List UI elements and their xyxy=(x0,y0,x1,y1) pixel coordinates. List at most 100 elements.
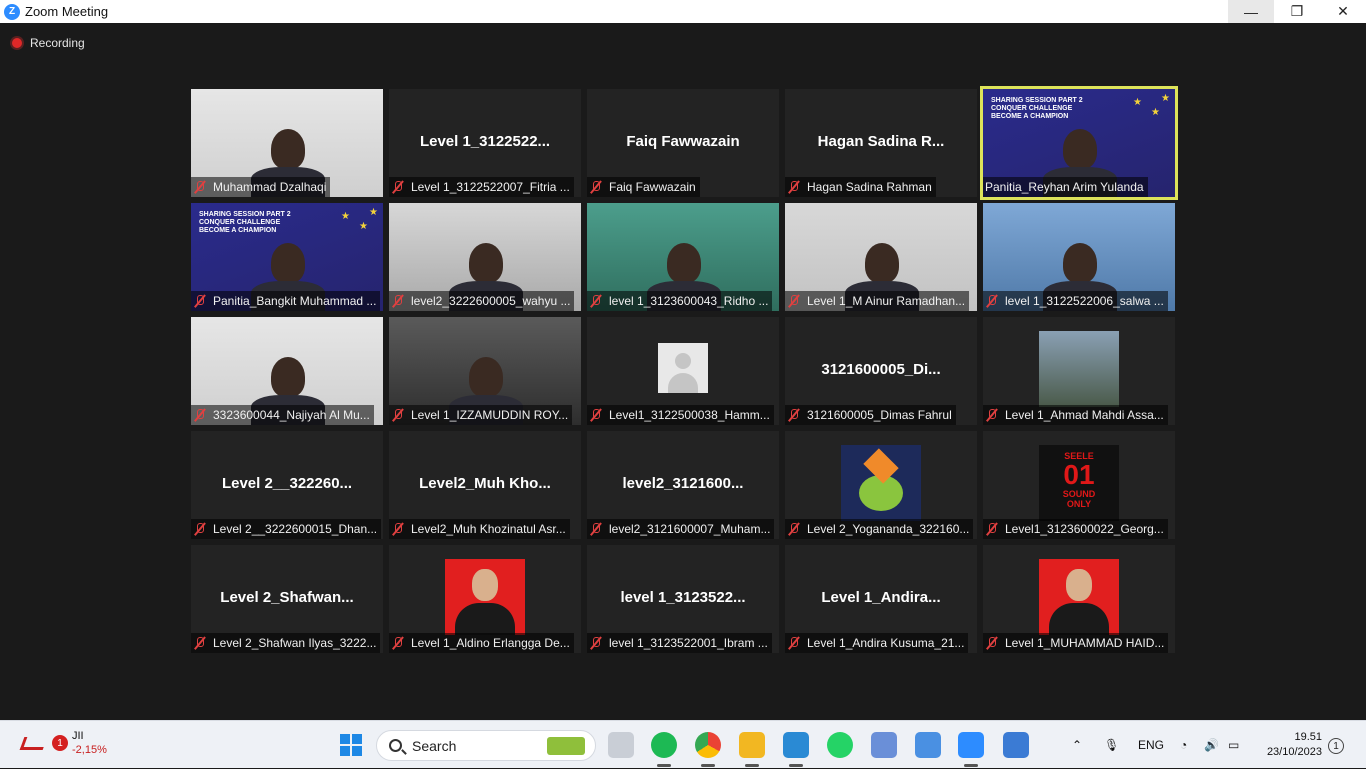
muted-mic-icon xyxy=(391,408,405,422)
vscode-icon[interactable] xyxy=(783,732,809,767)
participant-name: Panitia_Bangkit Muhammad ... xyxy=(213,294,377,308)
notification-count[interactable]: 1 xyxy=(1328,738,1344,754)
wifi-icon[interactable]: ◔ xyxy=(1180,721,1187,769)
participant-name: Level 1_MUHAMMAD HAID... xyxy=(1005,636,1165,650)
muted-mic-icon xyxy=(985,408,999,422)
participant-name-bar: Level 1_3122522007_Fitria ... xyxy=(389,177,574,197)
participant-tile[interactable]: level 1_3123522... level 1_3123522001_Ibr… xyxy=(587,545,779,653)
microphone-icon[interactable]: 🎙 xyxy=(1104,721,1119,769)
participant-tile[interactable]: 3323600044_Najiyah Al Mu... xyxy=(191,317,383,425)
chrome-icon[interactable] xyxy=(695,732,721,767)
participant-name-bar: Level 2__3222600015_Dhan... xyxy=(191,519,382,539)
participant-tile[interactable]: level 1_3123600043_Ridho ... xyxy=(587,203,779,311)
participant-display-name: Level 2__322260... xyxy=(221,475,353,492)
stock-change: -2,15% xyxy=(72,744,107,756)
minimize-button[interactable]: — xyxy=(1228,0,1274,23)
participant-name-bar: Level 1_Aldino Erlangga De... xyxy=(389,633,574,653)
participant-tile[interactable]: level2_3121600... level2_3121600007_Muham… xyxy=(587,431,779,539)
participant-tile[interactable]: Faiq Fawwazain Faiq Fawwazain xyxy=(587,89,779,197)
show-hidden-icons-chevron-icon[interactable]: ⌃ xyxy=(1072,721,1082,769)
search-label: Search xyxy=(412,737,457,754)
participant-tile[interactable]: SHARING SESSION PART 2 CONQUER CHALLENGE B… xyxy=(191,203,383,311)
participant-name-bar: Panitia_Reyhan Arim Yulanda xyxy=(983,177,1148,197)
muted-mic-icon xyxy=(589,294,603,308)
participant-name: 3323600044_Najiyah Al Mu... xyxy=(213,408,370,422)
participant-name-bar: level 1_3123600043_Ridho ... xyxy=(587,291,773,311)
participant-tile[interactable]: Level 2_Shafwan... Level 2_Shafwan Ilyas_… xyxy=(191,545,383,653)
muted-mic-icon xyxy=(589,180,603,194)
participant-tile[interactable]: Level 1_MUHAMMAD HAID... xyxy=(983,545,1175,653)
task-view-icon[interactable] xyxy=(608,732,634,758)
maximize-button[interactable]: ❐ xyxy=(1274,0,1320,23)
participant-tile[interactable]: Level 1_Ahmad Mahdi Assa... xyxy=(983,317,1175,425)
participant-video xyxy=(469,357,503,397)
participant-video xyxy=(469,243,503,283)
title-bar: Z Zoom Meeting — ❐ ✕ xyxy=(0,0,1366,23)
participant-tile[interactable]: Level 2_Yogananda_322160... xyxy=(785,431,977,539)
participant-tile[interactable]: Level2_Muh Kho... Level2_Muh Khozinatul A… xyxy=(389,431,581,539)
taskbar: 1 JII -2,15% Search ⌃ 🎙 ENG ◔ 🔊 ▭ 19.51 … xyxy=(0,720,1366,768)
avatar-text-number: 01 xyxy=(1063,459,1095,490)
slide-text-line2: CONQUER CHALLENGE xyxy=(199,219,281,226)
file-explorer-icon[interactable] xyxy=(739,732,765,767)
participant-tile[interactable]: level 1_3122522006_salwa ... xyxy=(983,203,1175,311)
participant-tile[interactable]: Muhammad Dzalhaqi xyxy=(191,89,383,197)
windows-start-icon[interactable] xyxy=(340,734,362,756)
participant-tile[interactable]: Level1_3122500038_Hamm... xyxy=(587,317,779,425)
participant-display-name: Level 1_3122522... xyxy=(419,133,551,150)
participant-display-name: Faiq Fawwazain xyxy=(626,133,740,150)
photos-icon[interactable] xyxy=(1003,732,1029,758)
muted-mic-icon xyxy=(787,408,801,422)
participant-name: Level 2_Yogananda_322160... xyxy=(807,522,970,536)
participant-name-bar: Level 1_Ahmad Mahdi Assa... xyxy=(983,405,1168,425)
participant-name: Level1_3122500038_Hamm... xyxy=(609,408,770,422)
participant-tile[interactable]: Level 1_3122522... Level 1_3122522007_Fit… xyxy=(389,89,581,197)
clock[interactable]: 19.51 23/10/2023 xyxy=(1267,730,1322,760)
stock-widget[interactable]: 1 JII -2,15% xyxy=(22,729,107,757)
participant-name: level2_3222600005_wahyu ... xyxy=(411,294,571,308)
participant-tile[interactable]: Hagan Sadina R... Hagan Sadina Rahman xyxy=(785,89,977,197)
participant-tile[interactable]: Level 2__322260... Level 2__3222600015_Dh… xyxy=(191,431,383,539)
participant-name-bar: Hagan Sadina Rahman xyxy=(785,177,936,197)
taskbar-search[interactable]: Search xyxy=(376,730,596,761)
participant-name-bar: Faiq Fawwazain xyxy=(587,177,700,197)
participant-name-bar: level 1_3123522001_Ibram ... xyxy=(587,633,772,653)
close-button[interactable]: ✕ xyxy=(1320,0,1366,23)
spotify-icon[interactable] xyxy=(651,732,677,767)
participant-tile[interactable]: Level 1_IZZAMUDDIN ROY... xyxy=(389,317,581,425)
participant-name: Faiq Fawwazain xyxy=(609,180,696,194)
recording-label: Recording xyxy=(30,36,85,50)
participant-tile[interactable]: Level 1_Aldino Erlangga De... xyxy=(389,545,581,653)
participant-name: Level 2_Shafwan Ilyas_3222... xyxy=(213,636,377,650)
muted-mic-icon xyxy=(391,294,405,308)
participant-tile[interactable]: SEELE 01 SOUND ONLY Level1_3123600022_Georg.… xyxy=(983,431,1175,539)
zoom-taskbar-icon[interactable] xyxy=(958,732,984,767)
participant-tile[interactable]: level2_3222600005_wahyu ... xyxy=(389,203,581,311)
slide-text-line1: SHARING SESSION PART 2 xyxy=(199,211,291,218)
muted-mic-icon xyxy=(589,522,603,536)
participant-video xyxy=(1063,129,1097,169)
participant-avatar: SEELE 01 SOUND ONLY xyxy=(1039,445,1119,521)
notepad-icon[interactable] xyxy=(915,732,941,758)
star-icon: ★ xyxy=(359,221,368,232)
participant-tile[interactable]: 3121600005_Di... 3121600005_Dimas Fahrul xyxy=(785,317,977,425)
muted-mic-icon xyxy=(985,636,999,650)
participant-tile[interactable]: Level 1_Andira... Level 1_Andira Kusuma_2… xyxy=(785,545,977,653)
search-icon xyxy=(389,739,402,752)
battery-icon[interactable]: ▭ xyxy=(1228,721,1239,769)
whatsapp-icon[interactable] xyxy=(827,732,853,758)
recording-dot-icon xyxy=(12,38,22,48)
virtualbox-icon[interactable] xyxy=(871,732,897,758)
participant-name: Level 1_Ahmad Mahdi Assa... xyxy=(1005,408,1164,422)
volume-icon[interactable]: 🔊 xyxy=(1204,721,1219,769)
recording-indicator[interactable]: Recording xyxy=(12,36,85,50)
participant-name-bar: Level1_3122500038_Hamm... xyxy=(587,405,774,425)
participant-tile[interactable]: Level 1_M Ainur Ramadhan... xyxy=(785,203,977,311)
star-icon: ★ xyxy=(1161,93,1170,104)
muted-mic-icon xyxy=(787,294,801,308)
participant-name-bar: Muhammad Dzalhaqi xyxy=(191,177,331,197)
stock-down-icon xyxy=(22,729,44,751)
participant-tile[interactable]: SHARING SESSION PART 2 CONQUER CHALLENGE B… xyxy=(980,86,1178,200)
participant-avatar xyxy=(445,559,525,635)
language-indicator[interactable]: ENG xyxy=(1138,721,1164,769)
